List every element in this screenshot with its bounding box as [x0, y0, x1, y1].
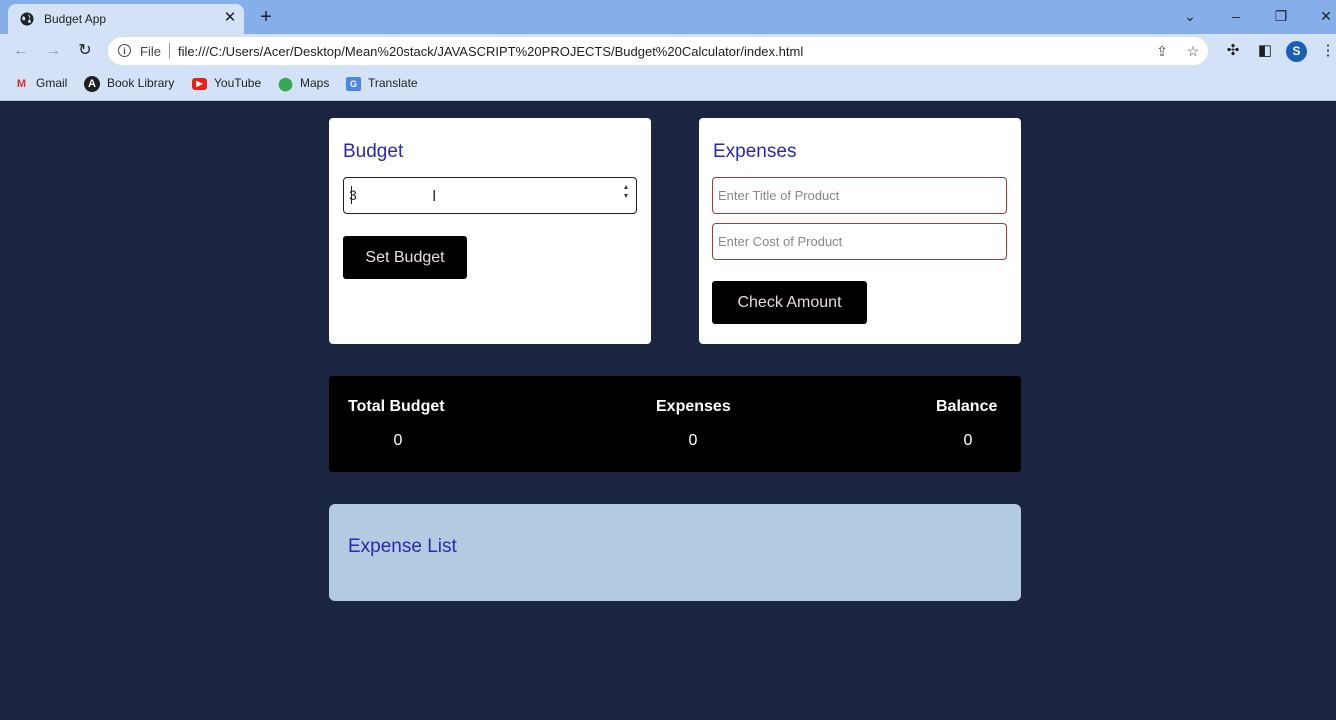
product-cost-input[interactable]: Enter Cost of Product	[712, 223, 1007, 260]
summary-panel: Total Budget 0 Expenses 0 Balance 0	[329, 376, 1021, 472]
product-title-placeholder: Enter Title of Product	[718, 188, 840, 203]
product-cost-placeholder: Enter Cost of Product	[718, 234, 843, 249]
bookmark-star-icon[interactable]: ☆	[1184, 43, 1202, 59]
browser-menu-icon[interactable]: ⋮	[1318, 42, 1336, 60]
bookmark-label: YouTube	[214, 76, 262, 90]
tab-title: Budget App	[44, 12, 107, 26]
bookmark-gmail[interactable]: M Gmail	[14, 76, 67, 92]
bookmark-translate[interactable]: G Translate	[346, 76, 418, 92]
expenses-card: Expenses Enter Title of Product Enter Co…	[699, 118, 1021, 344]
minimize-icon[interactable]: –	[1223, 5, 1249, 27]
bookmark-label: Gmail	[36, 76, 68, 90]
number-spinner[interactable]: ▲ ▼	[621, 183, 631, 201]
back-icon[interactable]: ←	[9, 40, 33, 62]
bookmark-book-library[interactable]: A Book Library	[84, 76, 174, 92]
close-tab-icon[interactable]: ✕	[220, 8, 240, 28]
set-budget-button[interactable]: Set Budget	[343, 236, 467, 279]
angular-icon: A	[84, 76, 100, 92]
close-window-icon[interactable]: ✕	[1313, 5, 1336, 27]
globe-icon	[20, 12, 34, 26]
bookmark-label: Maps	[300, 76, 330, 90]
new-tab-icon[interactable]: +	[255, 6, 277, 28]
text-caret	[351, 186, 352, 204]
text-cursor-icon: I	[432, 188, 437, 205]
restore-icon[interactable]: ❐	[1268, 5, 1294, 27]
extensions-puzzle-icon[interactable]: ✣	[1223, 42, 1243, 60]
tab-search-icon[interactable]: ⌄	[1177, 5, 1203, 27]
check-amount-button[interactable]: Check Amount	[712, 281, 867, 324]
product-title-input[interactable]: Enter Title of Product	[712, 177, 1007, 214]
browser-tab-strip: Budget App ✕ + ⌄ – ❐ ✕	[0, 0, 1336, 34]
expenses-summary-label: Expenses	[656, 398, 731, 415]
total-budget-value: 0	[393, 432, 403, 449]
profile-avatar[interactable]: S	[1286, 41, 1307, 62]
reload-icon[interactable]: ↻	[73, 40, 97, 62]
address-bar[interactable]: i File file:///C:/Users/Acer/Desktop/Mea…	[108, 37, 1208, 65]
bookmarks-bar: M Gmail A Book Library ▶ YouTube ⬤ Maps G Tra…	[0, 68, 1336, 101]
expense-list-title: Expense List	[348, 536, 457, 557]
url-text[interactable]: file:///C:/Users/Acer/Desktop/Mean%20sta…	[178, 44, 803, 59]
expenses-summary-value: 0	[688, 432, 698, 449]
share-icon[interactable]: ⇪	[1153, 43, 1171, 59]
bookmark-youtube[interactable]: ▶ YouTube	[192, 76, 261, 92]
url-scheme-label: File	[140, 44, 161, 59]
bookmark-label: Book Library	[107, 76, 175, 91]
expenses-title: Expenses	[713, 141, 797, 162]
forward-icon[interactable]: →	[41, 40, 65, 62]
budget-card: Budget 3 I ▲ ▼ Set Budget	[329, 118, 651, 344]
maps-pin-icon: ⬤	[278, 75, 293, 91]
side-panel-icon[interactable]: ◧	[1255, 42, 1275, 60]
expense-list-panel: Expense List	[329, 504, 1021, 601]
balance-label: Balance	[936, 398, 998, 415]
budget-input[interactable]: 3 I ▲ ▼	[343, 177, 637, 214]
gmail-icon: M	[16, 77, 27, 90]
site-info-icon[interactable]: i	[118, 44, 131, 57]
translate-icon: G	[346, 76, 361, 91]
total-budget-label: Total Budget	[348, 398, 445, 415]
budget-title: Budget	[343, 141, 404, 162]
bookmark-maps[interactable]: ⬤ Maps	[278, 76, 329, 92]
bookmark-label: Translate	[368, 76, 418, 90]
address-separator	[169, 43, 170, 59]
browser-toolbar: ← → ↻ i File file:///C:/Users/Acer/Deskt…	[0, 34, 1336, 68]
balance-value: 0	[963, 432, 973, 449]
browser-tab[interactable]: Budget App ✕	[8, 4, 244, 34]
youtube-icon: ▶	[192, 77, 207, 90]
